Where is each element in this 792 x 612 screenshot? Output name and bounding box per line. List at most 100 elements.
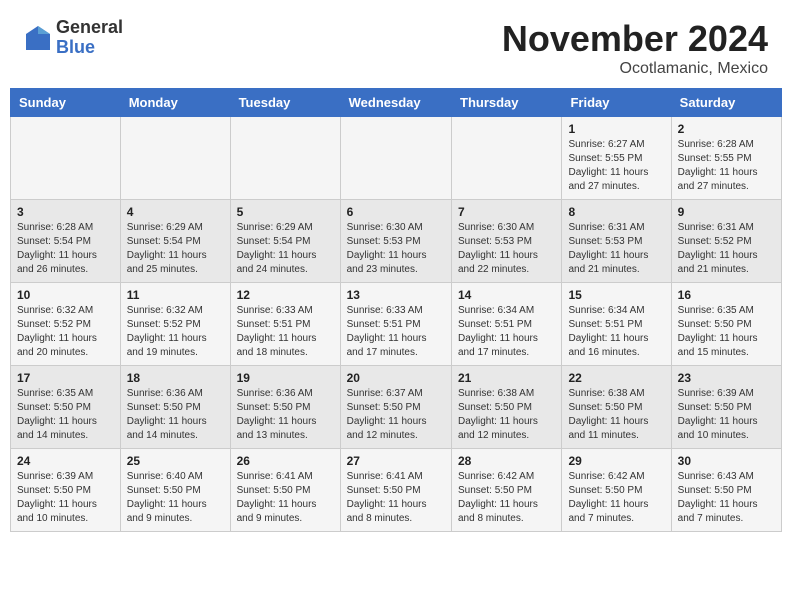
calendar-week-row: 24 Sunrise: 6:39 AM Sunset: 5:50 PM Dayli… (11, 449, 782, 532)
weekday-header: Friday (562, 89, 671, 117)
day-info: Sunrise: 6:30 AM Sunset: 5:53 PM Dayligh… (458, 221, 555, 277)
day-number: 27 (347, 454, 445, 468)
weekday-row: SundayMondayTuesdayWednesdayThursdayFrid… (11, 89, 782, 117)
calendar-day-cell: 18Sunrise: 6:36 AM Sunset: 5:50 PM Dayli… (120, 366, 230, 449)
day-number: 20 (347, 371, 445, 385)
calendar-day-cell (11, 117, 121, 200)
day-number: 24 (17, 454, 114, 468)
calendar-day-cell: 25Sunrise: 6:40 AM Sunset: 5:50 PM Dayli… (120, 449, 230, 532)
day-info: Sunrise: 6:37 AM Sunset: 5:50 PM Dayligh… (347, 387, 445, 443)
calendar-day-cell: 27 Sunrise: 6:41 AM Sunset: 5:50 PM Dayli… (340, 449, 451, 532)
calendar-day-cell: 2 Sunrise: 6:28 AM Sunset: 5:55 PM Daylig… (671, 117, 781, 200)
calendar-day-cell: 28 Sunrise: 6:42 AM Sunset: 5:50 PM Dayli… (452, 449, 562, 532)
day-info: Sunrise: 6:27 AM Sunset: 5:55 PM Dayligh… (568, 138, 664, 194)
day-info: Sunrise: 6:35 AM Sunset: 5:50 PM Dayligh… (678, 304, 775, 360)
day-info: Sunrise: 6:31 AM Sunset: 5:52 PM Dayligh… (678, 221, 775, 277)
day-number: 14 (458, 288, 555, 302)
day-info: Sunrise: 6:36 AM Sunset: 5:50 PM Dayligh… (237, 387, 334, 443)
day-info: Sunrise: 6:41 AM Sunset: 5:50 PM Dayligh… (347, 470, 445, 526)
day-info: Sunrise: 6:43 AM Sunset: 5:50 PM Dayligh… (678, 470, 775, 526)
calendar-day-cell: 6 Sunrise: 6:30 AM Sunset: 5:53 PM Daylig… (340, 200, 451, 283)
calendar-day-cell: 7 Sunrise: 6:30 AM Sunset: 5:53 PM Daylig… (452, 200, 562, 283)
calendar-day-cell: 13 Sunrise: 6:33 AM Sunset: 5:51 PM Dayli… (340, 283, 451, 366)
weekday-header: Monday (120, 89, 230, 117)
calendar-day-cell: 17 Sunrise: 6:35 AM Sunset: 5:50 PM Dayli… (11, 366, 121, 449)
day-info: Sunrise: 6:28 AM Sunset: 5:54 PM Dayligh… (17, 221, 114, 277)
day-number: 6 (347, 205, 445, 219)
calendar-day-cell: 4 Sunrise: 6:29 AM Sunset: 5:54 PM Daylig… (120, 200, 230, 283)
day-number: 5 (237, 205, 334, 219)
calendar-day-cell: 16Sunrise: 6:35 AM Sunset: 5:50 PM Dayli… (671, 283, 781, 366)
day-number: 4 (127, 205, 224, 219)
day-info: Sunrise: 6:29 AM Sunset: 5:54 PM Dayligh… (237, 221, 334, 277)
day-number: 13 (347, 288, 445, 302)
day-info: Sunrise: 6:30 AM Sunset: 5:53 PM Dayligh… (347, 221, 445, 277)
day-info: Sunrise: 6:39 AM Sunset: 5:50 PM Dayligh… (678, 387, 775, 443)
day-info: Sunrise: 6:33 AM Sunset: 5:51 PM Dayligh… (347, 304, 445, 360)
day-info: Sunrise: 6:42 AM Sunset: 5:50 PM Dayligh… (568, 470, 664, 526)
day-number: 17 (17, 371, 114, 385)
calendar-header: SundayMondayTuesdayWednesdayThursdayFrid… (11, 89, 782, 117)
weekday-header: Tuesday (230, 89, 340, 117)
day-info: Sunrise: 6:32 AM Sunset: 5:52 PM Dayligh… (127, 304, 224, 360)
weekday-header: Saturday (671, 89, 781, 117)
calendar-day-cell: 10Sunrise: 6:32 AM Sunset: 5:52 PM Dayli… (11, 283, 121, 366)
title-block: November 2024 Ocotlamanic, Mexico (502, 18, 768, 78)
day-info: Sunrise: 6:33 AM Sunset: 5:51 PM Dayligh… (237, 304, 334, 360)
day-info: Sunrise: 6:34 AM Sunset: 5:51 PM Dayligh… (568, 304, 664, 360)
day-info: Sunrise: 6:28 AM Sunset: 5:55 PM Dayligh… (678, 138, 775, 194)
page-header: General Blue November 2024 Ocotlamanic, … (0, 0, 792, 88)
calendar-day-cell: 23Sunrise: 6:39 AM Sunset: 5:50 PM Dayli… (671, 366, 781, 449)
day-info: Sunrise: 6:35 AM Sunset: 5:50 PM Dayligh… (17, 387, 114, 443)
day-number: 12 (237, 288, 334, 302)
calendar-body: 1Sunrise: 6:27 AM Sunset: 5:55 PM Daylig… (11, 117, 782, 532)
calendar-day-cell (230, 117, 340, 200)
logo-blue: Blue (56, 38, 123, 58)
calendar-day-cell: 19 Sunrise: 6:36 AM Sunset: 5:50 PM Dayli… (230, 366, 340, 449)
calendar-day-cell: 12 Sunrise: 6:33 AM Sunset: 5:51 PM Dayli… (230, 283, 340, 366)
calendar-day-cell (120, 117, 230, 200)
day-number: 8 (568, 205, 664, 219)
calendar-day-cell: 8 Sunrise: 6:31 AM Sunset: 5:53 PM Daylig… (562, 200, 671, 283)
calendar-wrapper: SundayMondayTuesdayWednesdayThursdayFrid… (0, 88, 792, 542)
calendar-table: SundayMondayTuesdayWednesdayThursdayFrid… (10, 88, 782, 532)
weekday-header: Wednesday (340, 89, 451, 117)
day-info: Sunrise: 6:41 AM Sunset: 5:50 PM Dayligh… (237, 470, 334, 526)
day-number: 30 (678, 454, 775, 468)
calendar-week-row: 1Sunrise: 6:27 AM Sunset: 5:55 PM Daylig… (11, 117, 782, 200)
calendar-day-cell: 30 Sunrise: 6:43 AM Sunset: 5:50 PM Dayli… (671, 449, 781, 532)
calendar-day-cell: 21Sunrise: 6:38 AM Sunset: 5:50 PM Dayli… (452, 366, 562, 449)
day-info: Sunrise: 6:40 AM Sunset: 5:50 PM Dayligh… (127, 470, 224, 526)
calendar-day-cell: 1Sunrise: 6:27 AM Sunset: 5:55 PM Daylig… (562, 117, 671, 200)
day-info: Sunrise: 6:34 AM Sunset: 5:51 PM Dayligh… (458, 304, 555, 360)
day-info: Sunrise: 6:29 AM Sunset: 5:54 PM Dayligh… (127, 221, 224, 277)
day-info: Sunrise: 6:42 AM Sunset: 5:50 PM Dayligh… (458, 470, 555, 526)
day-number: 15 (568, 288, 664, 302)
day-number: 10 (17, 288, 114, 302)
calendar-day-cell: 5 Sunrise: 6:29 AM Sunset: 5:54 PM Daylig… (230, 200, 340, 283)
day-info: Sunrise: 6:31 AM Sunset: 5:53 PM Dayligh… (568, 221, 664, 277)
day-number: 7 (458, 205, 555, 219)
day-number: 21 (458, 371, 555, 385)
calendar-day-cell: 22 Sunrise: 6:38 AM Sunset: 5:50 PM Dayli… (562, 366, 671, 449)
calendar-day-cell: 9Sunrise: 6:31 AM Sunset: 5:52 PM Daylig… (671, 200, 781, 283)
calendar-day-cell: 29 Sunrise: 6:42 AM Sunset: 5:50 PM Dayli… (562, 449, 671, 532)
calendar-day-cell: 11Sunrise: 6:32 AM Sunset: 5:52 PM Dayli… (120, 283, 230, 366)
calendar-week-row: 3Sunrise: 6:28 AM Sunset: 5:54 PM Daylig… (11, 200, 782, 283)
calendar-day-cell (340, 117, 451, 200)
calendar-day-cell (452, 117, 562, 200)
month-title: November 2024 (502, 18, 768, 60)
day-number: 19 (237, 371, 334, 385)
day-info: Sunrise: 6:38 AM Sunset: 5:50 PM Dayligh… (568, 387, 664, 443)
day-number: 28 (458, 454, 555, 468)
logo-icon (24, 24, 52, 52)
logo-general: General (56, 18, 123, 38)
calendar-day-cell: 20 Sunrise: 6:37 AM Sunset: 5:50 PM Dayli… (340, 366, 451, 449)
calendar-day-cell: 3Sunrise: 6:28 AM Sunset: 5:54 PM Daylig… (11, 200, 121, 283)
day-number: 22 (568, 371, 664, 385)
day-number: 2 (678, 122, 775, 136)
day-info: Sunrise: 6:39 AM Sunset: 5:50 PM Dayligh… (17, 470, 114, 526)
location-title: Ocotlamanic, Mexico (502, 60, 768, 78)
day-number: 29 (568, 454, 664, 468)
calendar-day-cell: 24 Sunrise: 6:39 AM Sunset: 5:50 PM Dayli… (11, 449, 121, 532)
